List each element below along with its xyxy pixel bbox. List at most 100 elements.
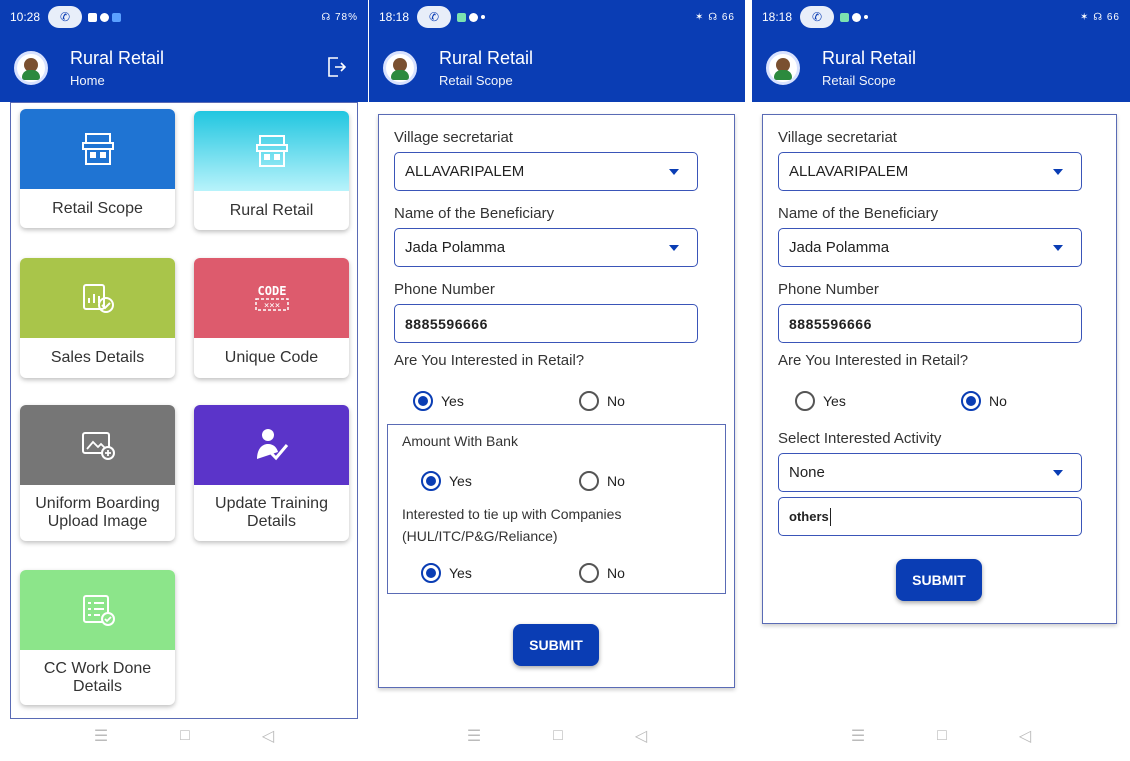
interested-yes-radio[interactable]: Yes (413, 391, 464, 411)
back-icon[interactable]: ◁ (635, 726, 647, 746)
logout-icon[interactable] (326, 56, 346, 78)
radio-label: No (607, 473, 625, 489)
tile-retail-scope[interactable]: Retail Scope (20, 109, 175, 228)
recents-icon[interactable]: ☰ (851, 726, 865, 746)
app-title: Rural Retail (439, 48, 534, 68)
notification-icons (840, 12, 869, 22)
beneficiary-dropdown[interactable]: Jada Polamma (394, 228, 698, 267)
tile-uniform-boarding[interactable]: Uniform Boarding Upload Image (20, 405, 175, 541)
interested-yes-radio[interactable]: Yes (795, 391, 846, 411)
activity-label: Select Interested Activity (778, 430, 942, 447)
phone-value: 8885596666 (789, 315, 872, 332)
status-right: ✶ ☊ 66 (1080, 11, 1120, 23)
text-cursor (829, 507, 831, 526)
tile-label: Rural Retail (229, 201, 314, 219)
app-bar: Rural Retail Retail Scope (752, 34, 1130, 102)
beneficiary-label: Name of the Beneficiary (394, 205, 555, 222)
radio-label: No (607, 393, 625, 409)
activity-value: None (789, 464, 825, 481)
phone-input[interactable]: 8885596666 (394, 304, 698, 343)
tile-label: Update Training Details (215, 495, 328, 530)
tile-rural-retail-header (194, 111, 349, 191)
interested-retail-label: Are You Interested in Retail? (394, 352, 585, 369)
back-icon[interactable]: ◁ (1019, 726, 1031, 746)
status-time: 18:18 (762, 10, 793, 24)
radio-label: No (607, 565, 625, 581)
other-activity-value: others (789, 509, 829, 524)
radio-label: Yes (823, 393, 846, 409)
status-time: 10:28 (10, 10, 41, 24)
tile-label: Uniform Boarding Upload Image (35, 495, 160, 530)
submit-button[interactable]: SUBMIT (513, 624, 599, 666)
beneficiary-value: Jada Polamma (405, 239, 506, 256)
app-logo (766, 51, 800, 85)
radio-label: No (989, 393, 1007, 409)
radio-selected-icon (421, 471, 441, 491)
tile-sales-details[interactable]: Sales Details (20, 258, 175, 378)
activity-dropdown[interactable]: None (778, 453, 1082, 492)
radio-label: Yes (449, 565, 472, 581)
app-bar: Rural Retail Home (0, 34, 368, 102)
call-icon: ✆ (800, 6, 835, 28)
beneficiary-dropdown[interactable]: Jada Polamma (778, 228, 1082, 267)
dropdown-caret-icon (1053, 245, 1063, 251)
interested-retail-label: Are You Interested in Retail? (778, 352, 969, 369)
tieup-no-radio[interactable]: No (579, 563, 625, 583)
home-screen: 10:28 ✆ ☊ 78% Rural Retail Home Retail S… (0, 0, 368, 761)
status-right: ☊ 78% (321, 11, 358, 23)
radio-selected-icon (961, 391, 981, 411)
tile-cc-work-done-header (20, 570, 175, 650)
amount-yes-radio[interactable]: Yes (421, 471, 472, 491)
tile-label: Sales Details (50, 349, 145, 366)
app-subtitle: Retail Scope (439, 73, 513, 88)
radio-unselected-icon (795, 391, 815, 411)
notification-icons (88, 12, 122, 22)
interested-no-radio[interactable]: No (579, 391, 625, 411)
submit-button[interactable]: SUBMIT (896, 559, 982, 601)
phone-label: Phone Number (778, 281, 879, 298)
tile-unique-code[interactable]: CODE ××× Unique Code (194, 258, 349, 378)
tile-update-training-header (194, 405, 349, 485)
radio-unselected-icon (579, 563, 599, 583)
home-icon[interactable]: □ (553, 727, 563, 745)
code-icon: CODE ××× (254, 284, 289, 311)
radio-selected-icon (421, 563, 441, 583)
dropdown-caret-icon (669, 169, 679, 175)
radio-label: Yes (449, 473, 472, 489)
village-dropdown[interactable]: ALLAVARIPALEM (394, 152, 698, 191)
dropdown-caret-icon (1053, 470, 1063, 476)
village-dropdown[interactable]: ALLAVARIPALEM (778, 152, 1082, 191)
app-title: Rural Retail (822, 48, 917, 68)
amount-no-radio[interactable]: No (579, 471, 625, 491)
home-icon[interactable]: □ (937, 727, 947, 745)
tile-update-training[interactable]: Update Training Details (194, 405, 349, 541)
other-activity-input[interactable]: others (778, 497, 1082, 536)
tile-rural-retail[interactable]: Rural Retail (194, 111, 349, 230)
beneficiary-value: Jada Polamma (789, 239, 890, 256)
app-title: Rural Retail (70, 48, 165, 68)
status-time: 18:18 (379, 10, 410, 24)
tieup-yes-radio[interactable]: Yes (421, 563, 472, 583)
tile-label: CC Work Done Details (43, 659, 152, 695)
shop-icon (81, 133, 114, 165)
sales-report-icon (82, 284, 114, 313)
phone-input[interactable]: 8885596666 (778, 304, 1082, 343)
back-icon[interactable]: ◁ (262, 726, 274, 746)
svg-text:CODE: CODE (257, 284, 286, 298)
village-label: Village secretariat (778, 129, 897, 146)
system-nav-bar: ☰ □ ◁ (0, 711, 368, 761)
interested-no-radio[interactable]: No (961, 391, 1007, 411)
tile-retail-scope-header (20, 109, 175, 189)
phone-label: Phone Number (394, 281, 495, 298)
call-icon: ✆ (417, 6, 452, 28)
app-subtitle: Retail Scope (822, 73, 896, 88)
home-icon[interactable]: □ (180, 727, 190, 745)
system-nav-bar: ☰ □ ◁ (369, 711, 745, 761)
tile-cc-work-done[interactable]: CC Work Done Details (20, 570, 175, 705)
retail-scope-screen-yes: 18:18 ✆ ✶ ☊ 66 Rural Retail Retail Scope… (369, 0, 745, 761)
village-value: ALLAVARIPALEM (405, 163, 525, 180)
app-logo (383, 51, 417, 85)
shop-icon (255, 135, 288, 167)
recents-icon[interactable]: ☰ (94, 726, 108, 746)
recents-icon[interactable]: ☰ (467, 726, 481, 746)
